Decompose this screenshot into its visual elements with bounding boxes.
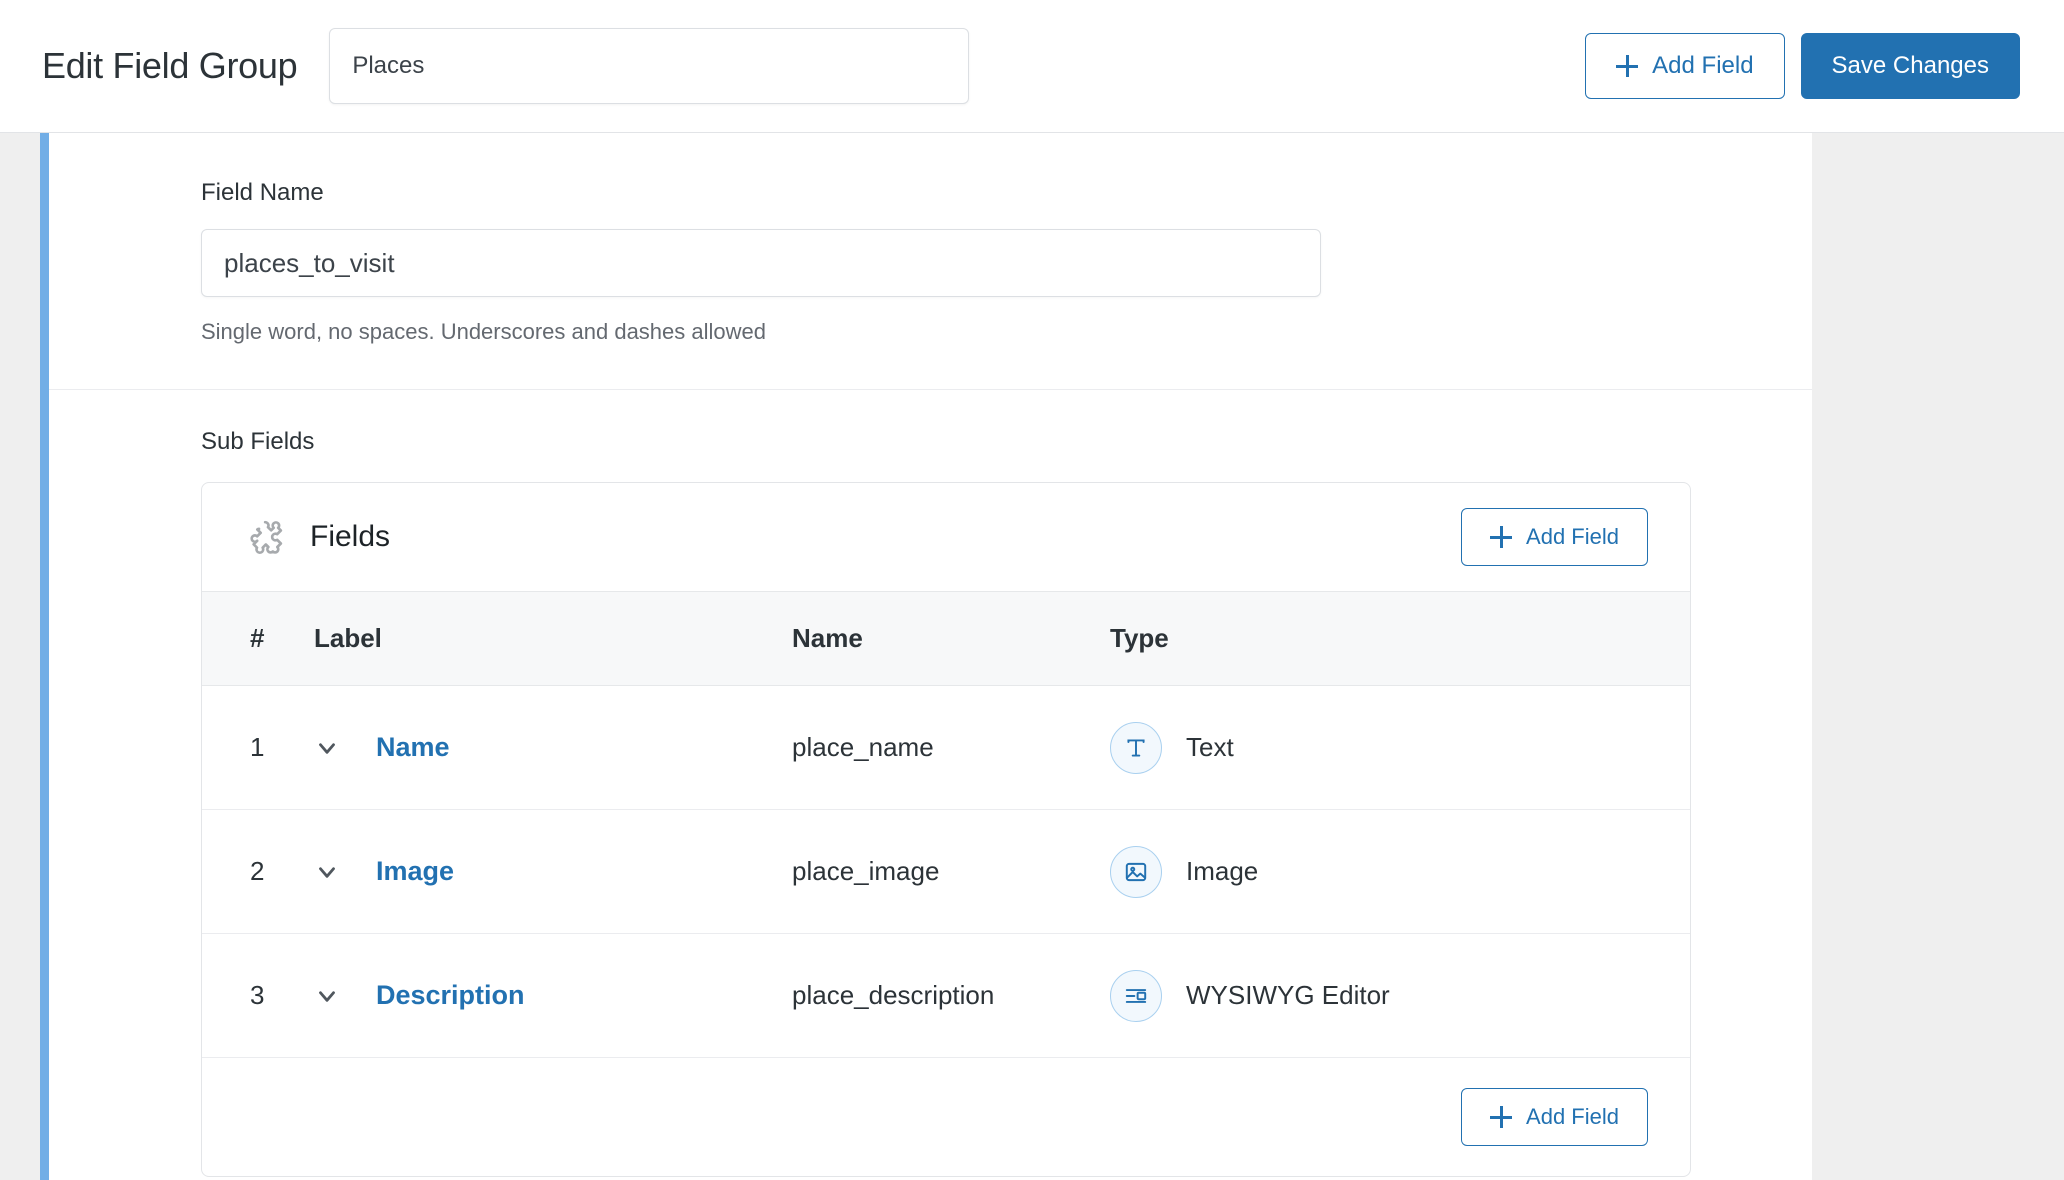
row-name: place_description — [792, 934, 1110, 1058]
add-field-button-header-label: Add Field — [1652, 52, 1753, 80]
column-header-type: Type — [1110, 592, 1690, 686]
table-header-row: # Label Name Type — [202, 592, 1690, 686]
row-type-cell: WYSIWYG Editor — [1110, 934, 1690, 1058]
header-actions: Add Field Save Changes — [1585, 33, 2020, 99]
field-name-input[interactable] — [201, 229, 1321, 297]
fields-card-title: Fields — [310, 520, 390, 554]
row-name: place_name — [792, 686, 1110, 810]
row-type-label: Text — [1186, 732, 1234, 763]
fields-card-header: Fields Add Field — [202, 483, 1690, 591]
row-label-link[interactable]: Image — [376, 856, 454, 887]
row-type-label: Image — [1186, 856, 1258, 887]
row-label-cell: Name — [314, 686, 792, 810]
row-type-cell: Text — [1110, 686, 1690, 810]
fields-card: Fields Add Field # Label Name Type — [201, 482, 1691, 1177]
puzzle-icon — [248, 517, 288, 557]
wysiwyg-type-icon — [1110, 970, 1162, 1022]
fields-card-footer: Add Field — [202, 1058, 1690, 1176]
chevron-down-icon[interactable] — [314, 735, 340, 761]
plus-icon — [1490, 526, 1512, 548]
sub-fields-label: Sub Fields — [201, 428, 1812, 456]
table-row[interactable]: 2 Image place_image — [202, 810, 1690, 934]
add-field-button-card-top-label: Add Field — [1526, 524, 1619, 550]
page-title: Edit Field Group — [42, 45, 297, 87]
add-field-button-card-top[interactable]: Add Field — [1461, 508, 1648, 566]
table-body: 1 Name place_name — [202, 686, 1690, 1058]
field-name-label: Field Name — [201, 179, 1762, 207]
table-row[interactable]: 3 Description place_description — [202, 934, 1690, 1058]
save-changes-button[interactable]: Save Changes — [1801, 33, 2020, 99]
chevron-down-icon[interactable] — [314, 859, 340, 885]
field-name-hint: Single word, no spaces. Underscores and … — [201, 319, 1762, 345]
row-name: place_image — [792, 810, 1110, 934]
plus-icon — [1490, 1106, 1512, 1128]
row-label-cell: Image — [314, 810, 792, 934]
sub-fields-table: # Label Name Type 1 — [202, 591, 1690, 1058]
row-type-cell: Image — [1110, 810, 1690, 934]
sub-fields-section: Sub Fields Fields Add Field — [49, 390, 1812, 1177]
add-field-button-card-bottom-label: Add Field — [1526, 1104, 1619, 1130]
text-type-icon — [1110, 722, 1162, 774]
field-name-section: Field Name Single word, no spaces. Under… — [49, 133, 1812, 390]
top-header-bar: Edit Field Group Add Field Save Changes — [0, 0, 2064, 133]
table-row[interactable]: 1 Name place_name — [202, 686, 1690, 810]
row-label-link[interactable]: Description — [376, 980, 525, 1011]
row-number: 2 — [202, 810, 314, 934]
column-header-name: Name — [792, 592, 1110, 686]
field-settings-panel: Field Name Single word, no spaces. Under… — [40, 133, 1812, 1180]
add-field-button-card-bottom[interactable]: Add Field — [1461, 1088, 1648, 1146]
image-type-icon — [1110, 846, 1162, 898]
field-group-title-input[interactable] — [329, 28, 969, 104]
column-header-label: Label — [314, 592, 792, 686]
row-number: 3 — [202, 934, 314, 1058]
row-number: 1 — [202, 686, 314, 810]
row-label-link[interactable]: Name — [376, 732, 450, 763]
row-label-cell: Description — [314, 934, 792, 1058]
save-changes-button-label: Save Changes — [1832, 52, 1989, 80]
add-field-button-header[interactable]: Add Field — [1585, 33, 1784, 99]
chevron-down-icon[interactable] — [314, 983, 340, 1009]
plus-icon — [1616, 55, 1638, 77]
table-header: # Label Name Type — [202, 592, 1690, 686]
content-area: Field Name Single word, no spaces. Under… — [0, 133, 2064, 1180]
column-header-number: # — [202, 592, 314, 686]
row-type-label: WYSIWYG Editor — [1186, 980, 1390, 1011]
